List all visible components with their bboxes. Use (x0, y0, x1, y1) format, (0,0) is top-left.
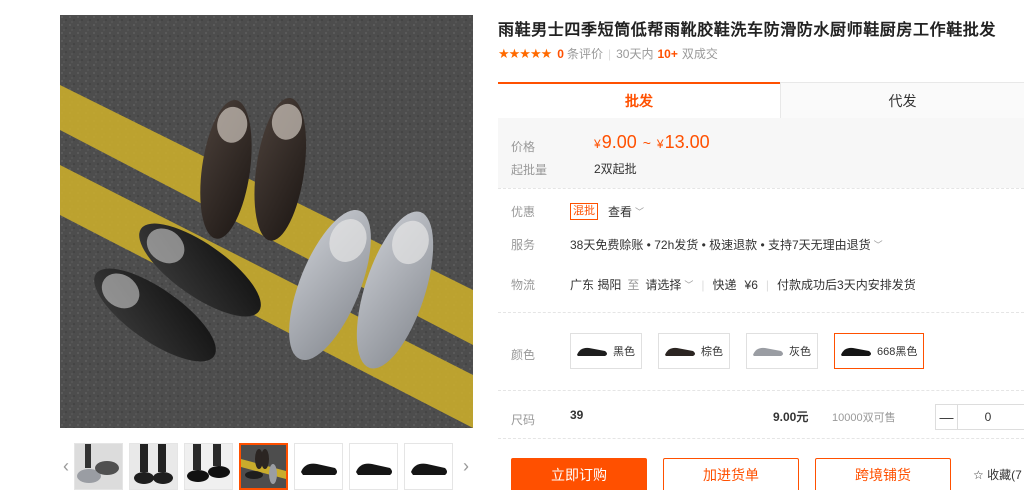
shipping-destination-select[interactable]: 请选择 (645, 276, 681, 293)
color-option-label: 黑色 (613, 346, 635, 358)
price-box: 价格 ¥9.00 ~ ¥13.00 起批量 2双起批 (498, 118, 1024, 188)
quantity-input[interactable] (958, 405, 1018, 429)
promo-chevron-down-icon[interactable]: ﹀ (635, 205, 644, 218)
size-value: 39 (570, 408, 584, 422)
add-to-cart-button[interactable]: 加进货单 (663, 458, 799, 490)
shipping-fee: ¥6 (744, 277, 758, 292)
size-price: 9.00元 (773, 410, 809, 424)
price-currency-low: ¥ (594, 137, 601, 151)
promo-value: 混批 查看 ﹀ (570, 203, 644, 220)
review-count[interactable]: 0 (557, 47, 564, 61)
divider (498, 390, 1024, 391)
product-detail-panel: 雨鞋男士四季短筒低帮雨靴胶鞋洗车防滑防水厨师鞋厨房工作鞋批发 ★★★★★ 0 条… (498, 0, 1024, 490)
thumbnail-list (74, 443, 453, 490)
price-range: ¥9.00 ~ ¥13.00 (594, 132, 710, 153)
shoe-thumbnail-icon (841, 347, 871, 356)
thumbnail-4[interactable] (239, 443, 288, 490)
rating-stars-icon: ★★★★★ (498, 45, 552, 61)
sales-count: 10+ (657, 46, 678, 61)
service-text: 38天免费赊账 • 72h发货 • 极速退款 • 支持7天无理由退货 (570, 238, 871, 252)
purchase-mode-tabs: 批发 代发 (498, 82, 1024, 118)
buy-now-button[interactable]: 立即订购 (511, 458, 647, 490)
color-option-label: 棕色 (701, 346, 723, 358)
quantity-stepper: — (935, 404, 1024, 430)
divider (498, 312, 1024, 313)
thumbnail-1[interactable] (74, 443, 123, 490)
shipping-divider-2: | (765, 277, 770, 292)
destination-chevron-down-icon[interactable]: ﹀ (684, 278, 693, 291)
thumbnail-7[interactable] (404, 443, 453, 490)
tab-dropship[interactable]: 代发 (780, 82, 1024, 118)
action-bar: 立即订购 加进货单 跨境铺货 ☆ 收藏(7 (498, 450, 1024, 490)
color-label: 颜色 (511, 348, 536, 362)
product-title: 雨鞋男士四季短筒低帮雨靴胶鞋洗车防滑防水厨师鞋厨房工作鞋批发 (498, 22, 997, 39)
thumbnail-2[interactable] (129, 443, 178, 490)
cross-border-listing-button[interactable]: 跨境铺货 (815, 458, 951, 490)
divider (498, 188, 1024, 189)
shipping-to: 至 (627, 278, 640, 292)
shoe-thumbnail-icon (753, 347, 783, 356)
size-stock: 10000双可售 (832, 412, 896, 424)
thumbnail-strip: ‹ › (60, 443, 473, 490)
promo-label: 优惠 (511, 205, 536, 219)
shipping-value: 广东 揭阳 至 请选择 ﹀ | 快递 ¥6 | 付款成功后3天内安排发货 (570, 276, 916, 293)
moq-value: 2双起批 (594, 162, 637, 176)
sales-unit: 双成交 (681, 47, 718, 61)
mixed-batch-badge: 混批 (570, 203, 598, 220)
price-label: 价格 (511, 140, 536, 154)
color-option-label: 668黑色 (877, 346, 918, 358)
price-tilde: ~ (642, 135, 651, 151)
size-label: 尺码 (511, 413, 536, 427)
service-label: 服务 (511, 238, 536, 252)
rating-divider: | (607, 46, 612, 61)
price-low: 9.00 (601, 132, 637, 152)
divider (498, 438, 1024, 439)
main-product-image[interactable] (60, 15, 473, 428)
shipping-divider: | (701, 277, 705, 292)
sales-period: 30天内 (616, 47, 654, 61)
tab-wholesale[interactable]: 批发 (498, 82, 780, 118)
size-row: 尺码 39 9.00元 10000双可售 — (498, 404, 1024, 430)
rating-row: ★★★★★ 0 条评价 | 30天内 10+ 双成交 (498, 45, 718, 62)
color-option-668-black[interactable]: 668黑色 (834, 333, 925, 369)
thumbnail-prev-arrow[interactable]: ‹ (60, 455, 72, 477)
shipping-origin: 广东 揭阳 (570, 278, 622, 292)
thumbnail-next-arrow[interactable]: › (460, 455, 472, 477)
color-option-brown[interactable]: 棕色 (658, 333, 730, 369)
quantity-minus-button[interactable]: — (936, 405, 958, 429)
price-high: 13.00 (664, 132, 710, 152)
thumbnail-3[interactable] (184, 443, 233, 490)
shipping-method: 快递 (712, 278, 737, 292)
review-label: 条评价 (566, 47, 603, 61)
shipping-note: 付款成功后3天内安排发货 (777, 278, 916, 292)
color-options: 黑色 棕色 灰色 668黑色 (570, 333, 925, 369)
thumbnail-5[interactable] (294, 443, 343, 490)
service-chevron-down-icon[interactable]: ﹀ (874, 238, 883, 251)
favorite-button[interactable]: ☆ 收藏(7 (973, 458, 1022, 490)
moq-label: 起批量 (511, 163, 548, 177)
promo-view-link[interactable]: 查看 (608, 203, 632, 220)
color-option-label: 灰色 (789, 346, 811, 358)
color-option-grey[interactable]: 灰色 (746, 333, 818, 369)
color-option-black[interactable]: 黑色 (570, 333, 642, 369)
service-value[interactable]: 38天免费赊账 • 72h发货 • 极速退款 • 支持7天无理由退货 ﹀ (570, 236, 883, 253)
shoe-thumbnail-icon (577, 347, 607, 356)
price-currency-high: ¥ (656, 137, 664, 151)
thumbnail-6[interactable] (349, 443, 398, 490)
shipping-label: 物流 (511, 278, 536, 292)
shoe-thumbnail-icon (665, 347, 695, 356)
